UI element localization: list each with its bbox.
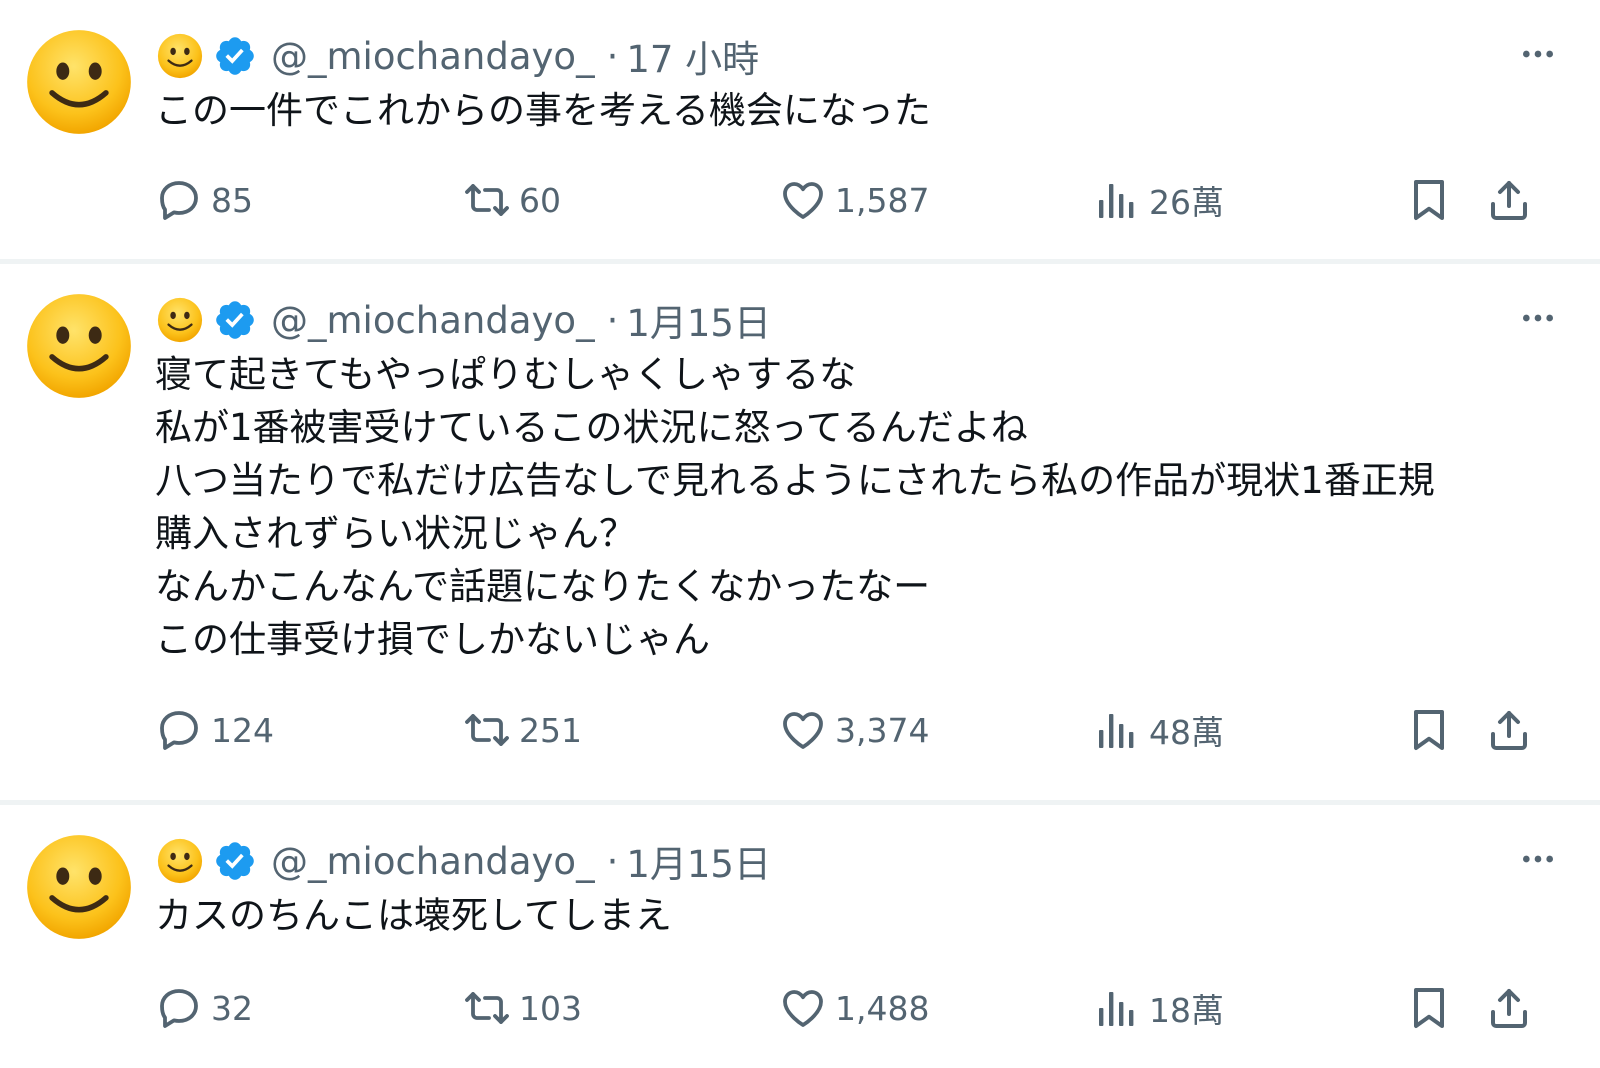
tweet-header: @_miochandayo_ · 17 小時 bbox=[157, 28, 759, 84]
like-button[interactable]: 1,488 bbox=[779, 980, 929, 1036]
retweet-icon bbox=[463, 706, 511, 754]
retweet-icon bbox=[463, 984, 511, 1032]
reply-button[interactable]: 124 bbox=[155, 702, 274, 758]
bookmark-button[interactable] bbox=[1405, 172, 1461, 228]
retweet-count: 251 bbox=[519, 710, 582, 750]
verified-badge-icon[interactable] bbox=[213, 298, 257, 342]
tweet-text-line: カスのちんこは壊死してしまえ bbox=[155, 894, 672, 937]
tweet-text-line: この一件でこれからの事を考える機会になった bbox=[155, 89, 931, 132]
views-icon bbox=[1093, 706, 1141, 754]
share-button[interactable] bbox=[1485, 980, 1541, 1036]
tweet-header: @_miochandayo_ · 1月15日 bbox=[157, 833, 771, 889]
retweet-count: 60 bbox=[519, 180, 561, 220]
more-options-button[interactable] bbox=[1514, 294, 1562, 342]
reply-icon bbox=[155, 706, 203, 754]
views-icon bbox=[1093, 984, 1141, 1032]
views-icon bbox=[1093, 176, 1141, 224]
action-bar: 32 103 1,488 18萬 bbox=[155, 980, 1545, 1036]
tweet-text-line: なんかこんなんで話題になりたくなかったなー bbox=[155, 565, 931, 608]
like-button[interactable]: 1,587 bbox=[779, 172, 929, 228]
reply-button[interactable]: 85 bbox=[155, 172, 253, 228]
verified-badge-icon[interactable] bbox=[213, 839, 257, 883]
tweet-text-line: 八つ当たりで私だけ広告なしで見れるようにされたら私の作品が現状1番正規 bbox=[155, 459, 1435, 502]
views-button[interactable]: 18萬 bbox=[1093, 980, 1224, 1036]
reply-count: 85 bbox=[211, 180, 253, 220]
like-button[interactable]: 3,374 bbox=[779, 702, 929, 758]
display-name-emoji[interactable] bbox=[157, 838, 203, 884]
bookmark-button[interactable] bbox=[1405, 702, 1461, 758]
reply-count: 124 bbox=[211, 710, 274, 750]
tweet-text: この一件でこれからの事を考える機会になった bbox=[155, 84, 1570, 137]
avatar[interactable] bbox=[25, 292, 133, 400]
retweet-button[interactable]: 251 bbox=[463, 702, 582, 758]
share-icon bbox=[1485, 706, 1533, 754]
tweet[interactable]: @_miochandayo_ · 1月15日 寝て起きてもやっぱりむしゃくしゃす… bbox=[0, 264, 1600, 805]
display-name-emoji[interactable] bbox=[157, 33, 203, 79]
avatar[interactable] bbox=[25, 833, 133, 941]
timestamp[interactable]: 1月15日 bbox=[626, 834, 771, 888]
reply-icon bbox=[155, 984, 203, 1032]
tweet[interactable]: @_miochandayo_ · 1月15日 カスのちんこは壊死してしまえ 32… bbox=[0, 805, 1600, 1068]
more-options-button[interactable] bbox=[1514, 30, 1562, 78]
share-button[interactable] bbox=[1485, 702, 1541, 758]
verified-badge-icon[interactable] bbox=[213, 34, 257, 78]
tweet-text-line: 購入されずらい状況じゃん？ bbox=[155, 512, 636, 555]
more-dots-icon bbox=[1518, 839, 1558, 879]
avatar[interactable] bbox=[25, 28, 133, 136]
view-count: 48萬 bbox=[1149, 713, 1224, 752]
tweet-text-line: 私が1番被害受けているこの状況に怒ってるんだよね bbox=[155, 406, 1028, 449]
views-button[interactable]: 26萬 bbox=[1093, 172, 1224, 228]
user-handle[interactable]: @_miochandayo_ bbox=[271, 35, 595, 78]
timestamp[interactable]: 1月15日 bbox=[626, 293, 771, 347]
retweet-button[interactable]: 60 bbox=[463, 172, 561, 228]
more-dots-icon bbox=[1518, 298, 1558, 338]
retweet-icon bbox=[463, 176, 511, 224]
heart-icon bbox=[779, 984, 827, 1032]
retweet-button[interactable]: 103 bbox=[463, 980, 582, 1036]
share-button[interactable] bbox=[1485, 172, 1541, 228]
tweet[interactable]: @_miochandayo_ · 17 小時 この一件でこれからの事を考える機会… bbox=[0, 0, 1600, 264]
bookmark-icon bbox=[1405, 706, 1453, 754]
user-handle[interactable]: @_miochandayo_ bbox=[271, 299, 595, 342]
view-count: 26萬 bbox=[1149, 183, 1224, 222]
separator-dot: · bbox=[606, 34, 619, 78]
like-count: 1,587 bbox=[835, 180, 930, 220]
reply-icon bbox=[155, 176, 203, 224]
like-count: 3,374 bbox=[835, 710, 930, 750]
like-count: 1,488 bbox=[835, 988, 930, 1028]
separator-dot: · bbox=[606, 839, 619, 883]
share-icon bbox=[1485, 176, 1533, 224]
tweet-text: 寝て起きてもやっぱりむしゃくしゃするな 私が1番被害受けているこの状況に怒ってる… bbox=[155, 348, 1570, 666]
tweet-header: @_miochandayo_ · 1月15日 bbox=[157, 292, 771, 348]
tweet-text-line: 寝て起きてもやっぱりむしゃくしゃするな bbox=[155, 353, 857, 396]
display-name-emoji[interactable] bbox=[157, 297, 203, 343]
share-icon bbox=[1485, 984, 1533, 1032]
heart-icon bbox=[779, 706, 827, 754]
timestamp[interactable]: 17 小時 bbox=[626, 29, 759, 83]
retweet-count: 103 bbox=[519, 988, 582, 1028]
action-bar: 85 60 1,587 26萬 bbox=[155, 172, 1545, 228]
bookmark-button[interactable] bbox=[1405, 980, 1461, 1036]
tweet-text-line: この仕事受け損でしかないじゃん bbox=[155, 618, 710, 661]
more-dots-icon bbox=[1518, 34, 1558, 74]
bookmark-icon bbox=[1405, 984, 1453, 1032]
separator-dot: · bbox=[606, 298, 619, 342]
action-bar: 124 251 3,374 48萬 bbox=[155, 702, 1545, 758]
heart-icon bbox=[779, 176, 827, 224]
reply-count: 32 bbox=[211, 988, 253, 1028]
views-button[interactable]: 48萬 bbox=[1093, 702, 1224, 758]
more-options-button[interactable] bbox=[1514, 835, 1562, 883]
reply-button[interactable]: 32 bbox=[155, 980, 253, 1036]
tweet-text: カスのちんこは壊死してしまえ bbox=[155, 889, 1570, 942]
user-handle[interactable]: @_miochandayo_ bbox=[271, 840, 595, 883]
bookmark-icon bbox=[1405, 176, 1453, 224]
view-count: 18萬 bbox=[1149, 991, 1224, 1030]
